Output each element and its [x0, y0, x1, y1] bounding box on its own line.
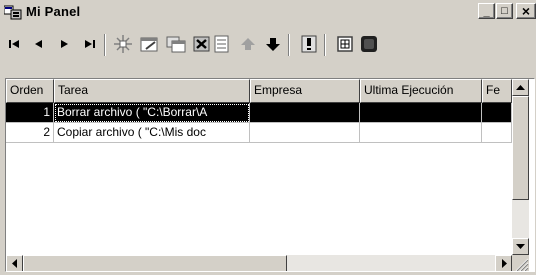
mi-panel-window: Mi Panel _ □ × Orden Tarea Empresa Ultim… — [0, 0, 536, 275]
previous-record-button[interactable] — [27, 32, 51, 56]
properties-icon — [214, 35, 229, 53]
calendar-button[interactable] — [333, 32, 357, 56]
arrow-down-icon — [516, 243, 525, 249]
size-grip-icon — [515, 258, 529, 271]
column-header-ultima-ejecucion[interactable]: Ultima Ejecución — [360, 79, 482, 103]
size-grip[interactable] — [512, 255, 529, 271]
toolbar-separator — [288, 34, 290, 56]
toolbar — [0, 28, 536, 62]
cell-empresa[interactable] — [250, 103, 360, 123]
maximize-button[interactable]: □ — [496, 3, 513, 19]
close-icon: × — [521, 3, 531, 19]
arrow-right-icon — [501, 259, 507, 268]
cell-orden: 2 — [6, 123, 54, 143]
scroll-up-button[interactable] — [512, 79, 529, 96]
minimize-icon: _ — [483, 5, 490, 18]
properties-button[interactable] — [210, 32, 234, 56]
edit-task-button[interactable] — [138, 32, 162, 56]
table-row[interactable]: 2 Copiar archivo ( "C:\Mis doc — [6, 123, 512, 143]
minimize-button[interactable]: _ — [478, 3, 495, 19]
last-record-icon — [85, 40, 95, 48]
vertical-scroll-thumb[interactable] — [512, 96, 529, 200]
app-icon — [3, 4, 22, 20]
toolbar-separator — [324, 34, 326, 56]
copy-task-button[interactable] — [164, 32, 188, 56]
horizontal-scrollbar[interactable] — [6, 255, 512, 271]
cell-tarea[interactable]: Borrar archivo ( "C:\Borrar\A — [54, 103, 250, 123]
stop-icon — [361, 36, 377, 52]
cell-fecha[interactable] — [482, 103, 512, 123]
next-record-icon — [61, 40, 68, 48]
move-down-button[interactable] — [261, 32, 285, 56]
alert-button[interactable] — [297, 32, 321, 56]
task-grid[interactable]: Orden Tarea Empresa Ultima Ejecución Fe … — [5, 78, 535, 272]
edit-task-icon — [140, 37, 158, 52]
maximize-icon: □ — [501, 4, 508, 17]
scroll-right-button[interactable] — [495, 255, 512, 271]
next-record-button[interactable] — [52, 32, 76, 56]
column-header-orden[interactable]: Orden — [6, 79, 54, 103]
delete-task-icon — [193, 36, 210, 52]
alert-icon — [301, 35, 317, 53]
window-title: Mi Panel — [26, 4, 81, 19]
new-task-button[interactable] — [111, 32, 135, 56]
first-record-icon — [9, 40, 19, 48]
last-record-button[interactable] — [77, 32, 101, 56]
previous-record-icon — [35, 40, 42, 48]
cell-ultima-ejecucion[interactable] — [360, 123, 482, 143]
copy-task-icon — [166, 36, 186, 53]
vertical-scrollbar[interactable] — [512, 79, 529, 255]
move-down-icon — [266, 38, 280, 51]
column-header-empresa[interactable]: Empresa — [250, 79, 360, 103]
toolbar-separator — [104, 34, 106, 56]
close-button[interactable]: × — [516, 3, 536, 19]
cell-ultima-ejecucion[interactable] — [360, 103, 482, 123]
first-record-button[interactable] — [3, 32, 27, 56]
scroll-left-button[interactable] — [6, 255, 23, 271]
move-up-icon — [241, 38, 255, 50]
new-task-icon — [114, 35, 132, 53]
move-up-button[interactable] — [236, 32, 260, 56]
column-header-tarea[interactable]: Tarea — [54, 79, 250, 103]
arrow-left-icon — [11, 259, 17, 268]
cell-tarea[interactable]: Copiar archivo ( "C:\Mis doc — [54, 123, 250, 143]
cell-fecha[interactable] — [482, 123, 512, 143]
grid-header: Orden Tarea Empresa Ultima Ejecución Fe — [6, 79, 526, 103]
cell-orden: 1 — [6, 103, 54, 123]
calendar-icon — [337, 36, 353, 52]
scroll-down-button[interactable] — [512, 238, 529, 255]
table-row[interactable]: 1 Borrar archivo ( "C:\Borrar\A — [6, 103, 512, 123]
stop-button[interactable] — [357, 32, 381, 56]
cell-empresa[interactable] — [250, 123, 360, 143]
column-header-fecha[interactable]: Fe — [482, 79, 512, 103]
title-bar[interactable]: Mi Panel _ □ × — [0, 0, 536, 24]
horizontal-scroll-thumb[interactable] — [23, 255, 287, 271]
arrow-up-icon — [516, 84, 525, 90]
